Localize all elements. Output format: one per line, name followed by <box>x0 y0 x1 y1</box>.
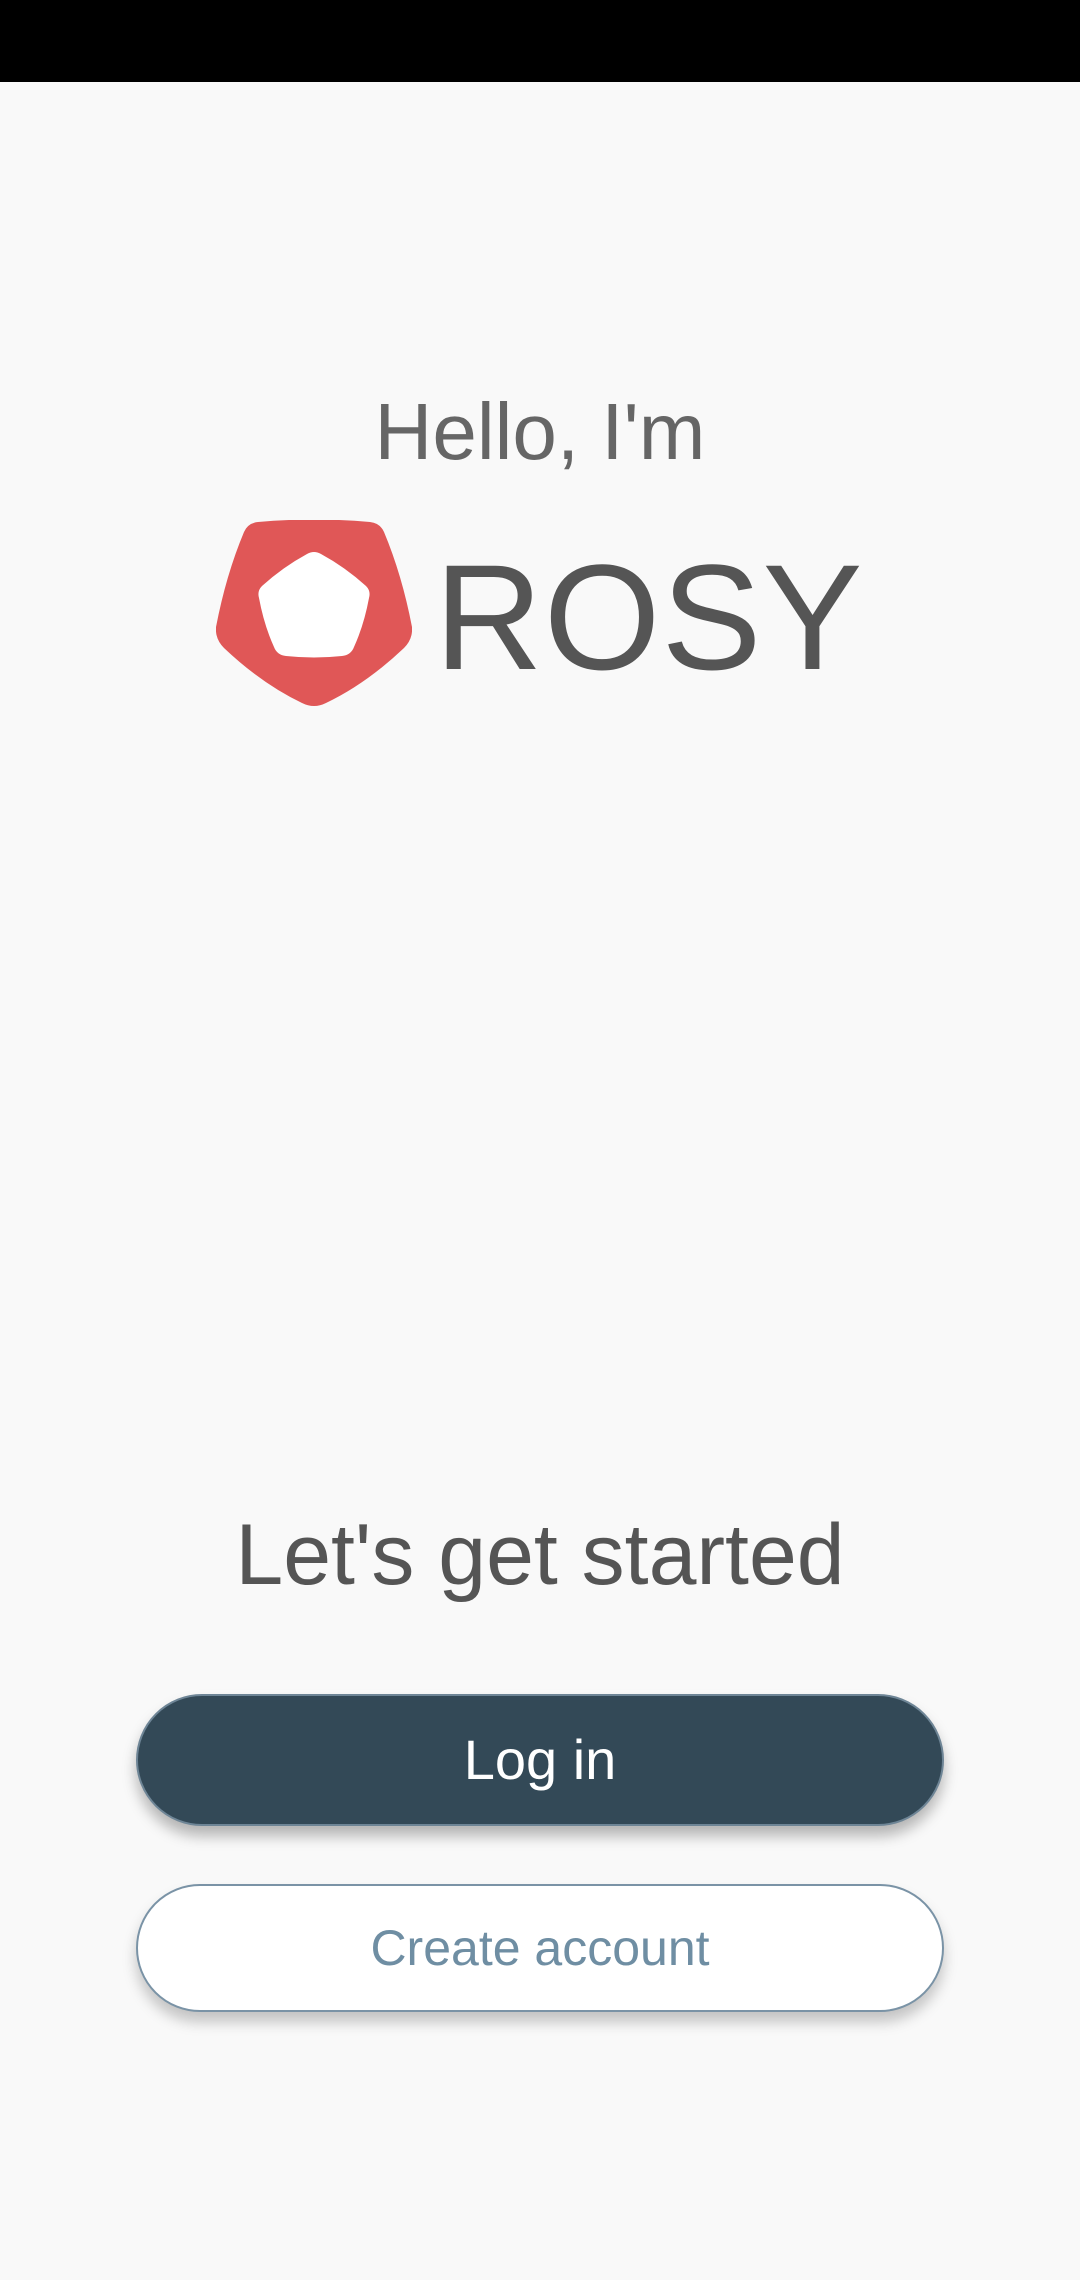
brand-name: ROSY <box>434 533 864 701</box>
rosy-pentagon-logo-icon <box>216 520 413 706</box>
brand-lockup: ROSY <box>0 518 1080 708</box>
greeting-text: Hello, I'm <box>374 387 706 476</box>
login-button[interactable]: Log in <box>136 1694 944 1826</box>
tagline-text: Let's get started <box>235 1507 845 1603</box>
status-bar <box>0 0 1080 82</box>
create-account-button[interactable]: Create account <box>136 1884 944 2012</box>
